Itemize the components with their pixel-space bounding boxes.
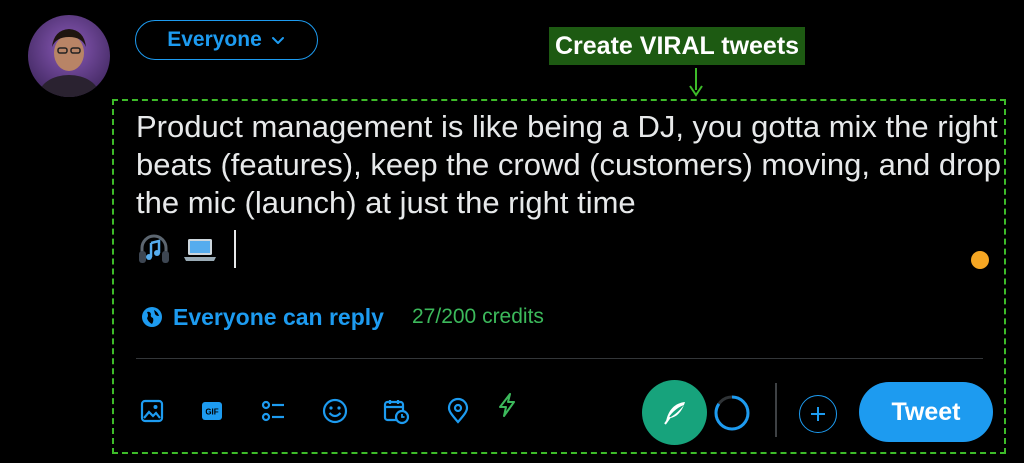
arrow-down-icon (689, 68, 703, 97)
annotation-label: Create VIRAL tweets (549, 27, 806, 65)
audience-selector-button[interactable]: Everyone (135, 20, 318, 60)
image-icon (140, 399, 164, 423)
schedule-button[interactable] (381, 396, 411, 426)
tweet-compose-input[interactable]: Product management is like being a DJ, y… (136, 108, 1006, 222)
reply-setting-label: Everyone can reply (173, 303, 384, 330)
quill-compose-button[interactable] (642, 380, 707, 445)
emoji-button[interactable] (320, 396, 350, 426)
tweet-button[interactable]: Tweet (859, 382, 993, 442)
divider (136, 358, 983, 359)
credits-counter: 27/200 credits (412, 305, 544, 328)
add-thread-button[interactable] (799, 395, 837, 433)
emoji-row (136, 230, 236, 268)
media-button[interactable] (137, 396, 167, 426)
location-button[interactable] (443, 396, 473, 426)
headphones-emoji-icon (139, 234, 169, 263)
ai-button[interactable] (492, 390, 522, 420)
plus-icon (811, 407, 825, 421)
globe-icon (142, 307, 162, 327)
toolbar-separator (775, 383, 777, 437)
svg-text:GIF: GIF (205, 408, 218, 417)
gif-icon: GIF (202, 402, 222, 420)
smiley-icon (322, 398, 348, 424)
reply-setting-button[interactable]: Everyone can reply (141, 302, 384, 332)
quill-feather-icon (663, 401, 685, 425)
poll-icon (261, 400, 284, 422)
audience-label: Everyone (167, 28, 262, 51)
location-pin-icon (447, 397, 469, 424)
poll-button[interactable] (258, 396, 288, 426)
character-progress-ring (714, 395, 750, 431)
gif-button[interactable]: GIF (197, 396, 227, 426)
chevron-down-icon (271, 37, 284, 44)
avatar[interactable] (28, 15, 110, 97)
laptop-emoji-icon (184, 239, 216, 261)
calendar-clock-icon (383, 400, 410, 425)
lightning-icon (499, 393, 515, 417)
text-caret (234, 230, 236, 268)
status-dot (971, 251, 989, 269)
